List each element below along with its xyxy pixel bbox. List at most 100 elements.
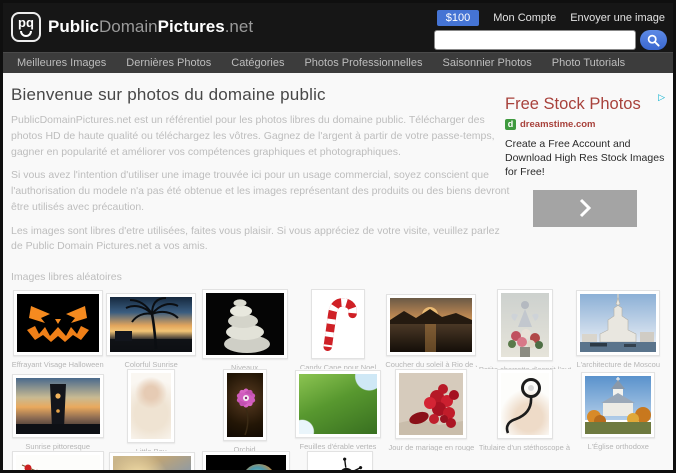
stethoscope-art	[501, 373, 549, 435]
orchid-art	[227, 373, 263, 437]
thumbnail-candy-cane[interactable]	[315, 293, 361, 355]
gallery-item-ladybug[interactable]: Red Coccinelle Clipart	[293, 451, 387, 473]
angel-flowers-art	[501, 293, 549, 357]
bubbles-art	[206, 455, 286, 473]
gallery-row-3: Présente babioles et de houx Gui	[11, 451, 665, 473]
thumbnail-holly-berries[interactable]	[16, 455, 100, 473]
random-images-section-title: Images libres aléatoires	[11, 271, 665, 283]
dreamstime-logo-icon: d	[505, 119, 516, 130]
main-navigation: Meilleures Images Dernières Photos Catég…	[3, 52, 673, 73]
gallery-item-red-roses[interactable]: Jour de mariage en rouge	[385, 369, 478, 451]
thumbnail-tower-sunset[interactable]	[16, 378, 100, 434]
gallery-item-orchid[interactable]: Orchid	[198, 369, 291, 451]
price-badge-link[interactable]: $100	[437, 10, 479, 26]
site-logo[interactable]: pq PublicDomainPictures.net	[11, 12, 253, 42]
thumbnail-caption[interactable]: L'architecture de Moscou	[576, 360, 660, 369]
thumbnail-caption[interactable]: L'Église orthodoxe	[588, 442, 649, 451]
thumbnail-baby[interactable]	[131, 373, 171, 439]
thumbnail-stethoscope[interactable]	[501, 373, 549, 435]
moscow-building-art	[580, 294, 656, 352]
logo-part-net: .net	[225, 17, 253, 36]
gallery-item-angel-flowers[interactable]: Petite charrette d'esprit l'automne	[478, 289, 571, 369]
intro-paragraph-1: PublicDomainPictures.net est un référent…	[11, 113, 513, 160]
tower-sunset-art	[16, 378, 100, 434]
ad-title-link[interactable]: Free Stock Photos	[505, 95, 665, 114]
gallery-item-church[interactable]: L'Église orthodoxe	[572, 369, 665, 451]
site-header: pq PublicDomainPictures.net $100 Mon Com…	[3, 3, 673, 52]
chevron-right-icon	[579, 198, 591, 218]
search-button[interactable]	[640, 30, 667, 50]
gallery-item-moscow[interactable]: L'architecture de Moscou	[572, 289, 665, 369]
gallery-item-rio-sunset[interactable]: Coucher du soleil à Rio de Janeiro	[385, 289, 478, 369]
rio-sunset-art	[390, 298, 472, 352]
thumbnail-wedding-roses[interactable]	[399, 373, 463, 435]
search-icon	[647, 34, 660, 47]
logo-part-public: Public	[48, 17, 99, 36]
ad-advertiser-name: dreamstime.com	[520, 119, 596, 130]
browser-viewport: pq PublicDomainPictures.net $100 Mon Com…	[0, 0, 676, 473]
ladybug-clipart-art	[311, 455, 369, 473]
gallery-item-palm-sunrise[interactable]: Colorful Sunrise	[104, 289, 197, 369]
thumbnail-rio-sunset[interactable]	[390, 298, 472, 352]
nav-item-seasonal-photos[interactable]: Saisonnier Photos	[432, 57, 541, 69]
thumbnail-bubbles[interactable]	[206, 455, 286, 473]
gallery-item-tower-sunset[interactable]: Sunrise pittoresque	[11, 369, 104, 451]
ad-body-text: Create a Free Account and Download High …	[505, 137, 665, 180]
gallery-item-baby[interactable]: Little Boy	[104, 369, 197, 451]
gallery-item-candy-cane[interactable]: Candy Cane pour Noel	[291, 289, 384, 369]
search-bar	[434, 30, 667, 50]
thumbnail-caption[interactable]: Feuilles d'érable vertes	[300, 442, 377, 451]
nav-item-latest-photos[interactable]: Dernières Photos	[116, 57, 221, 69]
nav-item-best-images[interactable]: Meilleures Images	[7, 57, 116, 69]
ad-advertiser-link[interactable]: d dreamstime.com	[505, 119, 665, 130]
holly-berries-art	[16, 455, 100, 473]
logo-part-pictures: Pictures	[158, 17, 225, 36]
my-account-link[interactable]: Mon Compte	[493, 12, 556, 24]
gallery-row-2: Sunrise pittoresque Little Boy	[11, 369, 665, 451]
pd-mascot-icon: pq	[11, 12, 41, 42]
palm-sunset-art	[110, 297, 192, 352]
intro-paragraph-3: Les images sont libres d'etre utilisées,…	[11, 224, 513, 256]
pd-icon-letters: pq	[13, 15, 39, 30]
orthodox-church-art	[585, 376, 651, 434]
thumbnail-ladybug-clipart[interactable]	[311, 455, 369, 473]
thumbnail-caption[interactable]: Jour de mariage en rouge	[388, 443, 474, 451]
thumbnail-zen-stones[interactable]	[206, 293, 284, 355]
halloween-pumpkin-art	[17, 294, 99, 352]
gallery-item-frost[interactable]: Gui	[105, 451, 199, 473]
nav-item-photo-tutorials[interactable]: Photo Tutorials	[542, 57, 635, 69]
gallery-item-bubbles[interactable]: Bulles	[199, 451, 293, 473]
red-roses-art	[399, 373, 463, 435]
thumbnail-caption[interactable]: Sunrise pittoresque	[25, 442, 90, 451]
thumbnail-frost-sun[interactable]	[113, 456, 191, 473]
adchoices-icon[interactable]: ▷	[658, 93, 665, 102]
gallery-item-stethoscope[interactable]: Titulaire d'un stéthoscope à la main	[478, 369, 571, 451]
header-links: $100 Mon Compte Envoyer une image	[437, 10, 665, 26]
thumbnail-orchid[interactable]	[227, 373, 263, 437]
gallery-item-holly[interactable]: Présente babioles et de houx	[11, 451, 105, 473]
thumbnail-palm-sunrise[interactable]	[110, 297, 192, 352]
gallery-item-zen-stones[interactable]: Niveaux	[198, 289, 291, 369]
image-gallery: Effrayant Visage Halloween	[11, 289, 665, 473]
logo-part-domain: Domain	[99, 17, 158, 36]
site-logo-text: PublicDomainPictures.net	[48, 17, 253, 37]
thumbnail-caption[interactable]: Titulaire d'un stéthoscope à la main	[479, 443, 571, 451]
thumbnail-orthodox-church[interactable]	[585, 376, 651, 434]
thumbnail-caption[interactable]: Colorful Sunrise	[124, 360, 177, 369]
thumbnail-caption[interactable]: Effrayant Visage Halloween	[12, 360, 104, 369]
intro-text-block: Bienvenue sur photos du domaine public P…	[11, 85, 513, 255]
ad-unit: ▷ Free Stock Photos d dreamstime.com Cre…	[505, 93, 665, 227]
upload-image-link[interactable]: Envoyer une image	[570, 12, 665, 24]
gallery-item-halloween[interactable]: Effrayant Visage Halloween	[11, 289, 104, 369]
thumbnail-halloween-pumpkin[interactable]	[17, 294, 99, 352]
nav-item-professional-photos[interactable]: Photos Professionnelles	[294, 57, 432, 69]
thumbnail-green-leaves[interactable]	[299, 374, 377, 434]
ad-cta-button[interactable]	[533, 190, 637, 227]
thumbnail-moscow-architecture[interactable]	[580, 294, 656, 352]
search-input[interactable]	[434, 30, 636, 50]
thumbnail-caption[interactable]: Coucher du soleil à Rio de Janeiro	[385, 360, 477, 369]
gallery-item-green-leaves[interactable]: Feuilles d'érable vertes	[291, 369, 384, 451]
nav-item-categories[interactable]: Catégories	[221, 57, 294, 69]
candy-cane-art	[315, 293, 361, 355]
thumbnail-angel-flowers[interactable]	[501, 293, 549, 357]
